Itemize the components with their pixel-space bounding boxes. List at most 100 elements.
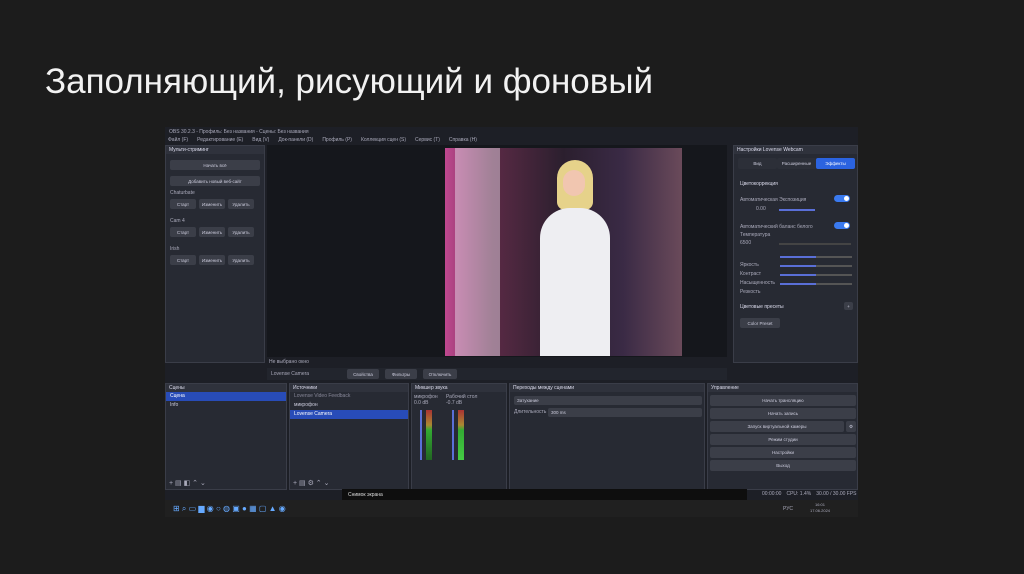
source-toolbar[interactable]: + ▤ ⚙ ⌃ ⌄ — [293, 479, 330, 487]
menu-edit[interactable]: Редактирование (E) — [197, 137, 243, 143]
color-presets-label: Цветовые пресеты — [740, 304, 784, 310]
sources-dock: Источники Lovense Video Feedback микрофо… — [289, 383, 409, 490]
auto-exposure-label: Автоматическая Экспозиция — [740, 197, 807, 203]
auto-wb-toggle[interactable] — [834, 222, 850, 229]
temperature-value: 6500 — [740, 240, 752, 246]
scene-item[interactable]: Сцена — [166, 392, 286, 401]
delete-button[interactable]: Удалить — [228, 199, 254, 209]
scenes-dock: Сцены Сцена Info + ▤ ◧ ⌃ ⌄ — [165, 383, 287, 490]
filters-button[interactable]: Фильтры — [385, 369, 417, 379]
webcam-settings-dock: Настройки Lovense Webcam Вид Расширенные… — [733, 145, 858, 363]
source-item[interactable]: микрофон — [290, 401, 408, 410]
tab-view[interactable]: Вид — [738, 158, 777, 169]
mic-level-meter — [426, 410, 432, 460]
adjust-sliders: Яркость Контраст Насыщенность Резкость — [740, 253, 852, 295]
mixer-channel-db: 0.0 dB — [414, 400, 429, 406]
dock-title: Настройки Lovense Webcam — [734, 146, 857, 154]
clock-date[interactable]: 17.06.2024 — [810, 508, 830, 513]
group-chaturbate: Chaturbate Старт Изменить Удалить — [170, 190, 262, 209]
source-item[interactable]: Lovense Video Feedback — [290, 392, 408, 401]
menu-scene-collection[interactable]: Коллекция сцен (S) — [361, 137, 406, 143]
transition-select[interactable]: Затухание — [514, 396, 702, 405]
studio-mode-button[interactable]: Режим студии — [710, 434, 856, 445]
controls-dock: Управление Начать трансляцию Начать запи… — [707, 383, 858, 490]
taskbar-apps[interactable]: ⊞ ⌕ ▭ ▆ ◉ ○ ◍ ▣ ● ▦ ▢ ▲ ◉ — [173, 504, 286, 514]
temperature-slider[interactable] — [779, 243, 851, 245]
start-recording-button[interactable]: Начать запись — [710, 408, 856, 419]
dock-title: Источники — [290, 384, 408, 392]
start-virtual-camera-button[interactable]: Запуск виртуальной камеры — [710, 421, 844, 432]
menu-tools[interactable]: Сервис (T) — [415, 137, 440, 143]
delete-button[interactable]: Удалить — [228, 255, 254, 265]
virtual-camera-settings-icon[interactable]: ⚙ — [846, 421, 856, 432]
start-button[interactable]: Старт — [170, 199, 196, 209]
menu-docks[interactable]: Док-панели (D) — [278, 137, 313, 143]
edit-button[interactable]: Изменить — [199, 227, 225, 237]
exit-button[interactable]: Выход — [710, 460, 856, 471]
menu-help[interactable]: Справка (H) — [449, 137, 477, 143]
person-body — [540, 208, 610, 356]
audio-mixer-dock: Микшер звука микрофон 0.0 dB Рабочий сто… — [411, 383, 507, 490]
scene-item[interactable]: Info — [166, 401, 286, 410]
duration-input[interactable]: 300 ms — [548, 408, 702, 417]
tab-effects[interactable]: Эффекты — [816, 158, 855, 169]
start-streaming-button[interactable]: Начать трансляцию — [710, 395, 856, 406]
status-fps: 30.00 / 30.00 FPS — [816, 491, 857, 497]
desktop-volume-slider[interactable] — [452, 410, 454, 460]
slider-label: Резкость — [740, 289, 761, 295]
add-preset-button[interactable]: + — [844, 302, 853, 310]
delete-button[interactable]: Удалить — [228, 227, 254, 237]
tab-advanced[interactable]: Расширенные — [777, 158, 816, 169]
preview-mode[interactable]: Не выбрано окно — [269, 359, 309, 365]
group-name: Cam 4 — [170, 218, 185, 224]
sharpness-slider[interactable] — [780, 283, 852, 285]
contrast-slider[interactable] — [780, 265, 852, 267]
start-button[interactable]: Старт — [170, 255, 196, 265]
explorer-tab[interactable]: Снимок экрана — [348, 492, 383, 498]
temperature-label: Температура — [740, 232, 771, 238]
clock-time[interactable]: 16:01 — [815, 502, 825, 507]
status-cpu: CPU: 1.4% — [786, 491, 812, 497]
scene-toolbar[interactable]: + ▤ ◧ ⌃ ⌄ — [169, 479, 206, 487]
start-button[interactable]: Старт — [170, 227, 196, 237]
menu-view[interactable]: Вид (V) — [252, 137, 269, 143]
taskbar: ⊞ ⌕ ▭ ▆ ◉ ○ ◍ ▣ ● ▦ ▢ ▲ ◉ РУС 16:01 17.0… — [165, 500, 858, 517]
auto-wb-label: Автоматический баланс белого — [740, 224, 813, 230]
webcam-preview[interactable] — [445, 148, 682, 356]
dock-title: Мульти-стриминг — [166, 146, 264, 154]
group-name: Chaturbate — [170, 190, 195, 196]
window-title: OBS 30.2.3 - Профиль: Без названия - Сце… — [169, 129, 309, 135]
exposure-value: 0.00 — [756, 206, 766, 212]
exposure-slider[interactable] — [779, 209, 815, 211]
dock-title: Микшер звука — [412, 384, 506, 392]
selected-source: Lovense Camera — [271, 371, 310, 377]
settings-button[interactable]: Настройки — [710, 447, 856, 458]
properties-button[interactable]: Свойства — [347, 369, 379, 379]
transitions-dock: Переходы между сценами Затухание Длитель… — [509, 383, 705, 490]
mixer-channel-db: -0.7 dB — [446, 400, 463, 406]
duration-label: Длительность — [514, 409, 547, 415]
add-site-button[interactable]: Добавить новый веб-сайт — [170, 176, 260, 186]
multistream-dock: Мульти-стриминг Начать всё Добавить новы… — [165, 145, 265, 363]
menu-profile[interactable]: Профиль (P) — [322, 137, 352, 143]
preview-area — [267, 145, 727, 357]
webcam-tabs: Вид Расширенные Эффекты — [738, 158, 855, 169]
mic-volume-slider[interactable] — [420, 410, 422, 460]
status-bar: 00:00:00 CPU: 1.4% 30.00 / 30.00 FPS — [762, 491, 857, 497]
menu-file[interactable]: Файл (F) — [168, 137, 188, 143]
color-preset-button[interactable]: Color Preset — [740, 318, 780, 328]
dock-title: Управление — [708, 384, 857, 392]
source-item[interactable]: Lovense Camera — [290, 410, 408, 419]
group-name: Irish — [170, 246, 180, 252]
person-face — [563, 170, 585, 196]
edit-button[interactable]: Изменить — [199, 199, 225, 209]
saturation-slider[interactable] — [780, 274, 852, 276]
slide-title: Заполняющий, рисующий и фоновый — [45, 62, 654, 101]
start-all-button[interactable]: Начать всё — [170, 160, 260, 170]
edit-button[interactable]: Изменить — [199, 255, 225, 265]
group-cam4: Cam 4 Старт Изменить Удалить — [170, 218, 262, 237]
brightness-slider[interactable] — [780, 256, 852, 258]
disable-button[interactable]: Отключить — [423, 369, 457, 379]
auto-exposure-toggle[interactable] — [834, 195, 850, 202]
language-indicator[interactable]: РУС — [783, 506, 793, 512]
